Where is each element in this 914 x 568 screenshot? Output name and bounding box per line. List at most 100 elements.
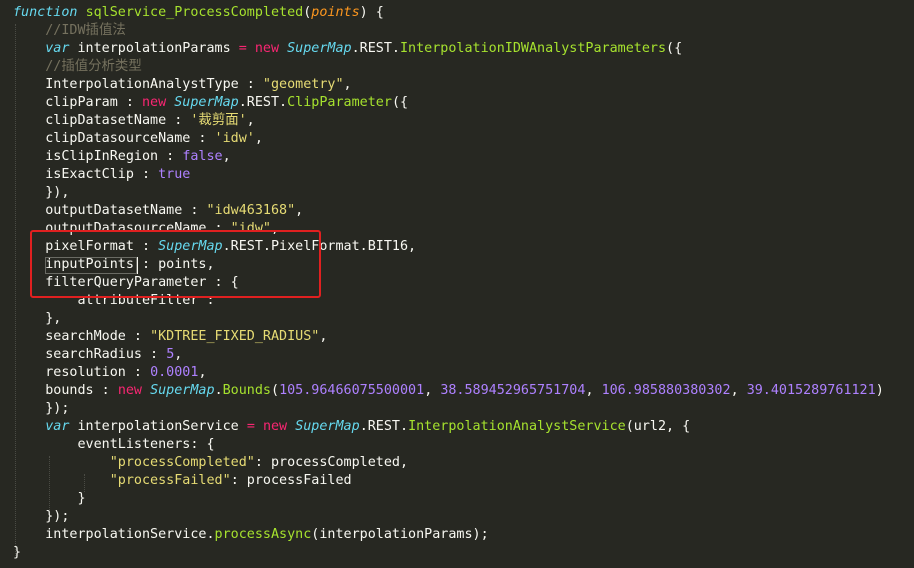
code-token: points (311, 5, 360, 20)
code-token: interpolationService. (13, 527, 215, 542)
code-token: clipDatasetName : (13, 113, 191, 128)
code-line: "processCompleted": processCompleted, (13, 454, 408, 472)
code-token: }, (13, 311, 62, 326)
code-line: eventListeners: { (13, 436, 215, 454)
code-line: function sqlService_ProcessCompleted(poi… (13, 4, 384, 22)
code-token: ({ (391, 95, 409, 110)
code-token: (interpolationParams); (311, 527, 489, 542)
code-token: Bounds (222, 383, 271, 398)
code-token: "KDTREE_FIXED_RADIUS" (150, 329, 320, 344)
code-token: , (174, 347, 183, 362)
code-token: "idw463168" (206, 203, 296, 218)
code-token: searchRadius : (13, 347, 167, 362)
code-line: resolution : 0.0001, (13, 364, 207, 382)
code-token: 0.0001 (150, 365, 199, 380)
code-line: searchRadius : 5, (13, 346, 182, 364)
code-token: } (13, 545, 22, 560)
code-line: clipDatasetName : '裁剪面', (13, 112, 255, 130)
code-token: 106.985880380302 (601, 383, 731, 398)
code-token: new (142, 95, 167, 110)
code-line: clipParam : new SuperMap.REST.ClipParame… (13, 94, 408, 112)
code-token: 105.96466075500001 (279, 383, 425, 398)
code-line: outputDatasetName : "idw463168", (13, 202, 303, 220)
code-token: = (246, 419, 255, 434)
code-token: isClipInRegion : (13, 149, 183, 164)
code-token: resolution : (13, 365, 151, 380)
code-token: ) (875, 383, 884, 398)
code-line: //IDW插值法 (13, 22, 126, 40)
code-line: "processFailed": processFailed (13, 472, 352, 490)
code-line: } (13, 544, 21, 562)
code-token: var (45, 41, 70, 56)
code-token: SuperMap (174, 95, 239, 110)
code-token: isExactClip : (13, 167, 159, 182)
code-token: .REST. (359, 419, 409, 434)
code-token: } (13, 491, 86, 506)
code-token: , (343, 77, 352, 92)
code-line: clipDatasourceName : 'idw', (13, 130, 263, 148)
code-token: InterpolationAnalystService (408, 419, 626, 434)
code-token: new (254, 41, 280, 56)
code-token: //IDW插值法 (13, 23, 126, 38)
code-token: , (198, 365, 207, 380)
code-token: //插值分析类型 (13, 59, 142, 74)
code-line: isExactClip : true (13, 166, 190, 184)
code-line: }); (13, 400, 69, 418)
code-token: , (222, 149, 231, 164)
code-line: interpolationService.processAsync(interp… (13, 526, 489, 544)
code-token: : processFailed (230, 473, 352, 488)
code-token: }), (13, 185, 70, 200)
code-token: searchMode : (13, 329, 151, 344)
code-token: : processCompleted, (254, 455, 409, 470)
code-line: var interpolationService = new SuperMap.… (13, 418, 690, 436)
code-token: = (238, 41, 247, 56)
red-annotation-box (30, 230, 321, 298)
code-line: //插值分析类型 (13, 58, 142, 76)
code-token: new (262, 419, 288, 434)
code-token: interpolationService (69, 419, 247, 434)
code-line: isClipInRegion : false, (13, 148, 231, 166)
code-token: clipDatasourceName : (13, 131, 215, 146)
code-token: clipParam : (13, 95, 142, 110)
code-token: .REST. (238, 95, 288, 110)
code-line: InterpolationAnalystType : "geometry", (13, 76, 352, 94)
code-token: bounds : (13, 383, 118, 398)
code-token: InterpolationIDWAnalystParameters (400, 41, 667, 56)
code-token: (url2, { (625, 419, 691, 434)
code-token: }); (13, 509, 70, 524)
code-line: }); (13, 508, 69, 526)
code-token: SuperMap (150, 383, 215, 398)
code-editor[interactable]: function sqlService_ProcessCompleted (poi… (0, 0, 914, 568)
code-token: eventListeners: { (13, 437, 215, 452)
code-token: SuperMap (287, 41, 352, 56)
code-token: .REST. (351, 41, 400, 56)
code-token: , (424, 383, 441, 398)
code-token: ) { (359, 5, 384, 20)
code-token: ( (271, 383, 280, 398)
code-token: , (246, 113, 255, 128)
code-token: . (214, 383, 223, 398)
code-token: 38.589452965751704 (440, 383, 586, 398)
code-token: SuperMap (295, 419, 360, 434)
code-token: new (117, 383, 142, 398)
code-token: '裁剪面' (190, 113, 247, 128)
code-token: 'idw' (214, 131, 255, 146)
code-token: , (319, 329, 328, 344)
code-line: }), (13, 184, 69, 202)
code-token: "processFailed" (109, 473, 231, 488)
code-token: function (13, 5, 78, 20)
code-token: "processCompleted" (109, 455, 255, 470)
code-line: }, (13, 310, 61, 328)
code-token: , (730, 383, 747, 398)
code-token: ({ (666, 41, 683, 56)
